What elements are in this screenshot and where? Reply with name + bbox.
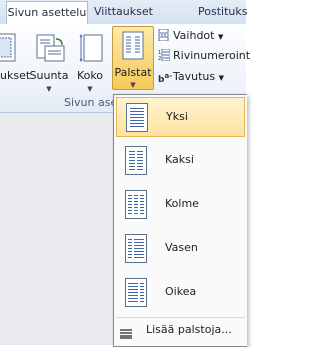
two-columns-icon — [122, 145, 150, 177]
breaks-label: Vaihdot — [173, 29, 215, 42]
three-columns-icon — [122, 189, 150, 221]
menu-item-one-column[interactable]: Yksi — [116, 97, 245, 137]
tab-mailings[interactable]: Postituks — [198, 0, 247, 24]
line-numbers-button[interactable]: 12 Rivinumeroint — [158, 46, 250, 65]
chevron-down-icon: ▼ — [46, 85, 52, 93]
columns-icon — [122, 31, 144, 64]
page-size-icon — [78, 33, 106, 68]
margins-icon — [0, 33, 18, 66]
menu-item-right-column[interactable]: Oikea — [116, 273, 245, 313]
menu-item-label: Oikea — [165, 285, 197, 298]
chevron-down-icon: ▼ — [87, 85, 93, 93]
columns-list-icon — [120, 325, 132, 339]
hyphenation-button[interactable]: ba-Tavutus ▼ — [158, 67, 224, 86]
margins-label: ukset — [0, 69, 31, 82]
hyphenation-label: Tavutus — [173, 70, 216, 83]
document-background — [0, 113, 113, 345]
orientation-label: Suunta — [29, 69, 69, 82]
menu-item-three-columns[interactable]: Kolme — [116, 185, 245, 225]
menu-item-label: Vasen — [165, 241, 198, 254]
columns-button[interactable]: Palstat ▼ — [112, 24, 154, 90]
menu-item-label: Yksi — [166, 110, 188, 123]
left-column-icon — [122, 233, 150, 265]
tab-page-layout[interactable]: Sivun asettelu — [6, 1, 88, 26]
menu-item-label: Kolme — [165, 197, 199, 210]
chevron-down-icon: ▼ — [218, 74, 225, 82]
svg-text:2: 2 — [158, 56, 161, 61]
orientation-icon — [34, 33, 66, 68]
chevron-down-icon: ▼ — [217, 33, 224, 41]
more-columns-label: Lisää palstoja... — [146, 323, 232, 336]
line-numbers-icon: 12 — [158, 48, 171, 62]
more-columns-item[interactable]: Lisää palstoja... — [114, 319, 247, 341]
chevron-down-icon: ▼ — [130, 81, 136, 89]
size-label: Koko — [76, 69, 104, 82]
one-column-icon — [123, 102, 151, 134]
menu-item-label: Kaksi — [165, 153, 194, 166]
group-label-page-setup: Sivun ase — [64, 96, 118, 109]
line-numbers-label: Rivinumeroint — [173, 49, 251, 62]
right-column-icon — [122, 277, 150, 309]
menu-separator — [116, 317, 245, 318]
columns-dropdown-menu: Yksi Kaksi Kolme Vasen Oikea Lisää palst… — [113, 94, 247, 347]
tab-references[interactable]: Viittaukset — [94, 0, 153, 24]
menu-item-left-column[interactable]: Vasen — [116, 229, 245, 269]
columns-label: Palstat — [114, 66, 152, 79]
breaks-button[interactable]: Vaihdot ▼ — [158, 26, 223, 45]
ribbon-tab-strip: Sivun asettelu Viittaukset Postituks — [0, 0, 247, 26]
hyphenation-icon: ba- — [158, 72, 173, 85]
menu-item-two-columns[interactable]: Kaksi — [116, 141, 245, 181]
page-break-icon — [158, 28, 170, 42]
